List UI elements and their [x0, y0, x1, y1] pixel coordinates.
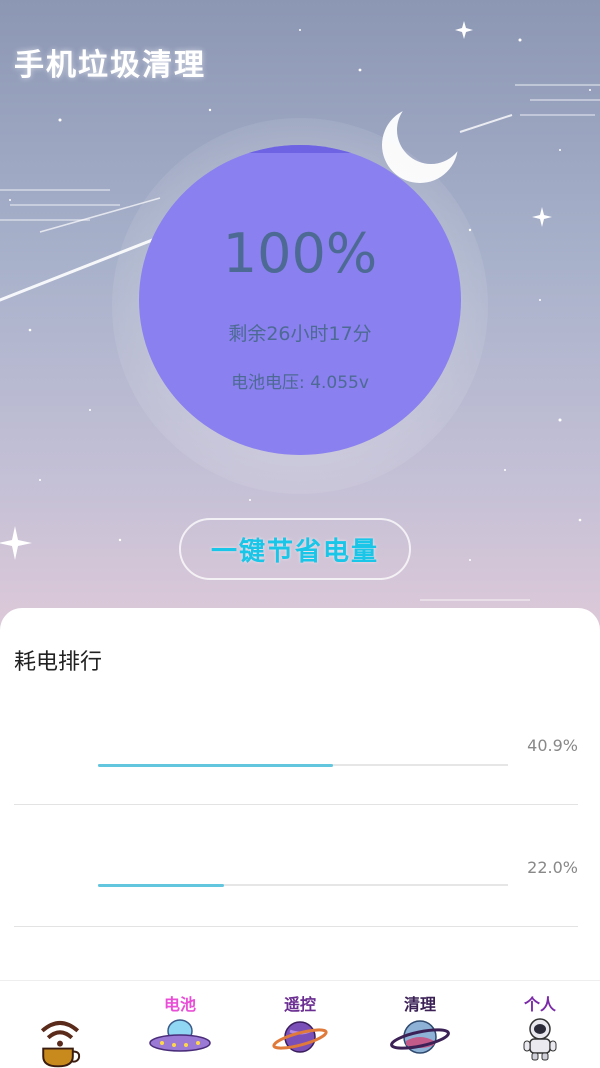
- row-divider: [14, 804, 578, 805]
- nav-tab-wifi[interactable]: [0, 981, 120, 1068]
- nav-tab-battery[interactable]: 电池: [120, 981, 240, 1068]
- save-power-button[interactable]: 一键节省电量: [179, 518, 411, 580]
- battery-gauge: 100% 剩余26小时17分 电池电压: 4.055v: [139, 145, 461, 455]
- ranking-item-track: [98, 884, 508, 887]
- ranking-item-track: [98, 764, 508, 767]
- ranking-item[interactable]: 22.0%: [0, 820, 600, 942]
- planet-icon: [272, 1021, 328, 1053]
- astronaut-icon: [523, 1018, 557, 1061]
- nav-tab-clean[interactable]: 清理: [360, 981, 480, 1068]
- ringed-planet-icon: [390, 1020, 450, 1054]
- nav-label: 清理: [403, 995, 436, 1014]
- app-title: 手机垃圾清理: [14, 48, 206, 83]
- nav-label: 电池: [163, 995, 196, 1014]
- ranking-item-bar: [98, 764, 333, 767]
- wifi-coffee-icon: [40, 1020, 81, 1068]
- ranking-item-bar: [98, 884, 225, 887]
- battery-percent: 100%: [222, 222, 378, 285]
- row-divider: [14, 926, 578, 927]
- power-ranking-panel: 耗电排行 40.9% 22.0%: [0, 608, 600, 988]
- ranking-item[interactable]: 40.9%: [0, 698, 600, 820]
- battery-remaining-time: 剩余26小时17分: [228, 323, 372, 345]
- ranking-item-percent: 40.9%: [527, 736, 578, 755]
- ufo-icon: [149, 1019, 211, 1052]
- nav-label: 遥控: [283, 995, 316, 1014]
- ranking-title: 耗电排行: [14, 650, 103, 675]
- battery-voltage: 电池电压: 4.055v: [231, 373, 369, 393]
- bottom-nav: 电池 遥控 清理 个人: [0, 980, 600, 1068]
- nav-tab-profile[interactable]: 个人: [480, 981, 600, 1068]
- nav-label: 个人: [523, 995, 556, 1014]
- ranking-item-percent: 22.0%: [527, 858, 578, 877]
- nav-tab-remote[interactable]: 遥控: [240, 981, 360, 1068]
- gauge-wave: [139, 145, 461, 153]
